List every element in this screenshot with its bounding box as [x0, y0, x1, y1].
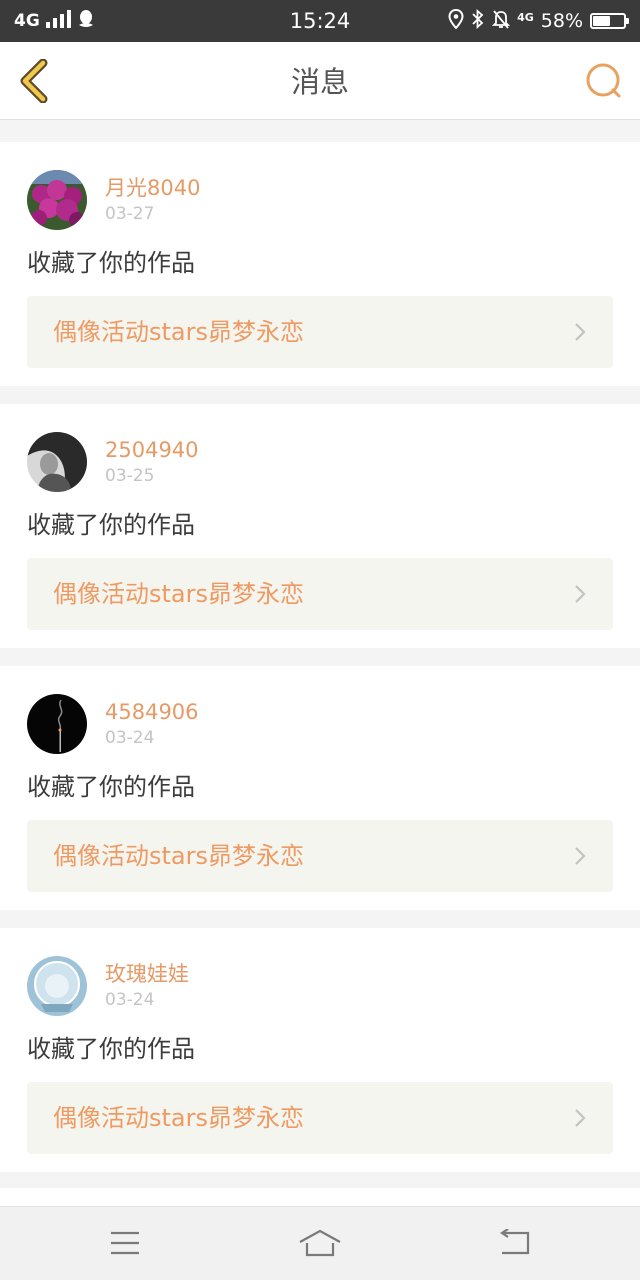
- chevron-right-icon: [575, 847, 586, 865]
- message-card: 月光8040 03-27 收藏了你的作品 偶像活动stars昴梦永恋: [0, 142, 640, 386]
- message-card: 玫瑰娃娃 03-24 收藏了你的作品 偶像活动stars昴梦永恋: [0, 928, 640, 1172]
- username[interactable]: 2504940: [105, 438, 199, 462]
- message-card-partial: [0, 1188, 640, 1208]
- location-icon: [448, 8, 464, 33]
- page-title: 消息: [290, 65, 349, 99]
- mute-bell-icon: [491, 9, 511, 33]
- message-card: 2504940 03-25 收藏了你的作品 偶像活动stars昴梦永恋: [0, 404, 640, 648]
- status-bar: 4G 15:24 4G 58%: [0, 0, 640, 42]
- avatar[interactable]: [27, 956, 87, 1016]
- network-type-small: 4G: [517, 11, 534, 24]
- username[interactable]: 4584906: [105, 700, 199, 724]
- message-card: 4584906 03-24 收藏了你的作品 偶像活动stars昴梦永恋: [0, 666, 640, 910]
- back-nav-button[interactable]: [490, 1223, 540, 1263]
- message-date: 03-27: [105, 204, 155, 224]
- search-icon: [586, 63, 621, 98]
- avatar[interactable]: [27, 432, 87, 492]
- message-date: 03-24: [105, 990, 155, 1010]
- header-bar: 消息: [0, 42, 640, 120]
- work-link[interactable]: 偶像活动stars昴梦永恋: [27, 1082, 613, 1154]
- avatar[interactable]: [27, 694, 87, 754]
- search-button[interactable]: [582, 59, 626, 103]
- action-text: 收藏了你的作品: [27, 773, 195, 801]
- message-list: 月光8040 03-27 收藏了你的作品 偶像活动stars昴梦永恋 25049…: [0, 142, 640, 1190]
- battery-percent: 58%: [540, 10, 583, 32]
- action-text: 收藏了你的作品: [27, 1035, 195, 1063]
- chevron-right-icon: [575, 1109, 586, 1127]
- battery-icon: [590, 13, 629, 29]
- system-nav-bar: [0, 1206, 640, 1280]
- action-text: 收藏了你的作品: [27, 511, 195, 539]
- work-link[interactable]: 偶像活动stars昴梦永恋: [27, 558, 613, 630]
- chevron-right-icon: [575, 585, 586, 603]
- work-title: 偶像活动stars昴梦永恋: [53, 318, 304, 346]
- chevron-right-icon: [575, 323, 586, 341]
- username[interactable]: 玫瑰娃娃: [105, 962, 189, 986]
- return-icon: [500, 1229, 530, 1255]
- avatar[interactable]: [27, 170, 87, 230]
- work-link[interactable]: 偶像活动stars昴梦永恋: [27, 820, 613, 892]
- action-text: 收藏了你的作品: [27, 249, 195, 277]
- work-title: 偶像活动stars昴梦永恋: [53, 580, 304, 608]
- menu-button[interactable]: [100, 1223, 150, 1263]
- username[interactable]: 月光8040: [105, 176, 200, 200]
- home-icon: [299, 1229, 341, 1257]
- bluetooth-icon: [471, 8, 485, 33]
- status-right: 4G 58%: [448, 8, 629, 33]
- work-title: 偶像活动stars昴梦永恋: [53, 1104, 304, 1132]
- home-button[interactable]: [295, 1223, 345, 1263]
- message-date: 03-24: [105, 728, 155, 748]
- menu-icon: [111, 1231, 139, 1255]
- battery-level-fill: [593, 16, 610, 26]
- work-link[interactable]: 偶像活动stars昴梦永恋: [27, 296, 613, 368]
- work-title: 偶像活动stars昴梦永恋: [53, 842, 304, 870]
- message-date: 03-25: [105, 466, 155, 486]
